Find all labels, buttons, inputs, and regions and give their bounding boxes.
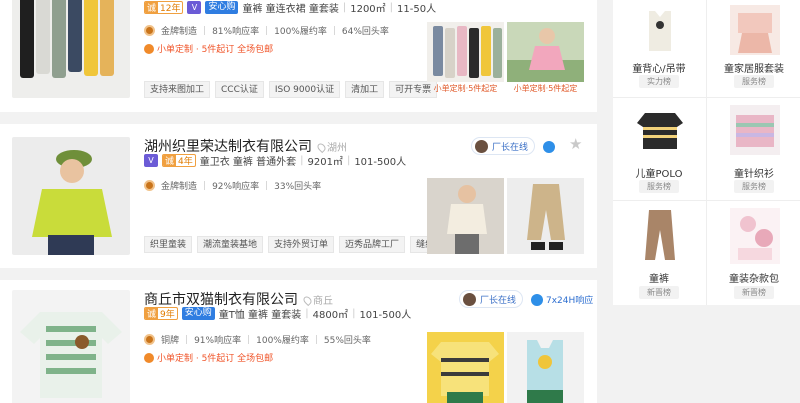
feature-chip[interactable]: 迈秀品牌工厂 (339, 236, 406, 253)
assured-badge: 安心购 (205, 1, 239, 14)
service-response-label: 7x24H响应 (546, 296, 594, 306)
avatar (463, 292, 476, 306)
factory-card[interactable]: 诚 12年 V 安心购 童裤 童连衣裙 童套装 | 1200㎡ | 11-50人 … (0, 0, 597, 112)
product-label: 小单定制·5件起定 (433, 84, 498, 93)
feature-chip[interactable]: 清加工 (345, 81, 385, 98)
assured-badge: 安心购 (181, 307, 215, 320)
main-categories: 童T恤 童裤 童套装 (218, 310, 302, 321)
factory-area: 4800㎡ (312, 310, 349, 321)
product-image[interactable] (507, 178, 584, 254)
category-name: 儿童POLO (635, 169, 683, 180)
category-image (730, 105, 780, 155)
years-badge: 诚 12年 (144, 1, 184, 14)
factory-stats: 金牌制造 | 81%响应率 | 100%履约率 | 64%回头率 (144, 24, 389, 37)
staff-count: 101-500人 (359, 310, 412, 321)
category-image (635, 105, 685, 155)
location-pin-icon (301, 294, 314, 307)
feature-chip[interactable]: ISO 9000认证 (268, 81, 341, 98)
years-badge: 诚 9年 (144, 307, 178, 320)
rank-badge: 新晋榜 (734, 286, 774, 299)
feature-chip[interactable]: CCC认证 (215, 81, 264, 98)
category-name: 童家居服套装 (724, 64, 784, 75)
factory-tags: V 诚 4年 童卫衣 童裤 普通外套 | 9201㎡ | 101-500人 (144, 153, 406, 168)
category-name: 童针织衫 (734, 169, 774, 180)
promo-text: 小单定制 · 5件起订 全场包邮 (144, 351, 273, 364)
years-badge: 诚 4年 (162, 154, 196, 167)
medal-icon (144, 180, 155, 191)
factory-area: 1200㎡ (350, 4, 386, 15)
category-name: 童装杂款包 (729, 274, 779, 285)
rank-badge: 服务榜 (639, 180, 679, 193)
feature-chip[interactable]: 支持来图加工 (144, 81, 211, 98)
promo-icon (144, 352, 154, 363)
category-rank-panel: 童背心/吊带 实力榜 童家居服套装 服务榜 儿童POLO 服务榜 童针织衫 服务… (613, 0, 800, 305)
rank-badge: 服务榜 (734, 75, 774, 88)
factory-area: 9201㎡ (307, 157, 343, 168)
rank-category-item[interactable]: 童家居服套装 服务榜 (708, 0, 800, 101)
feature-chip[interactable]: 潮流童装基地 (197, 236, 264, 253)
rank-badge: 实力榜 (639, 75, 679, 88)
product-image[interactable] (427, 22, 504, 82)
category-name: 童裤 (649, 274, 669, 285)
rank-badge: 新晋榜 (639, 286, 679, 299)
factory-tags: 诚 12年 V 安心购 童裤 童连衣裙 童套装 | 1200㎡ | 11-50人 (144, 0, 436, 15)
location-pin-icon (315, 141, 328, 154)
rank-badge: 服务榜 (734, 180, 774, 193)
category-image (730, 5, 780, 55)
rank-category-item[interactable]: 儿童POLO 服务榜 (613, 101, 705, 202)
factory-card[interactable]: 湖州织里荣达制衣有限公司 湖州 V 诚 4年 童卫衣 童裤 普通外套 | 9201㎡… (0, 124, 597, 268)
factory-stats: 金牌制造 | 92%响应率 | 33%回头率 (144, 179, 321, 192)
feature-chip[interactable]: 织里童装 (144, 236, 193, 253)
factory-photo[interactable] (12, 290, 130, 403)
favorite-star-icon[interactable]: ★ (569, 135, 582, 153)
factory-photo[interactable] (12, 0, 130, 98)
main-categories: 童卫衣 童裤 普通外套 (199, 157, 297, 168)
avatar (475, 139, 488, 153)
feature-chips: 织里童装 潮流童装基地 支持外贸订单 迈秀品牌工厂 缝纫 (144, 236, 441, 253)
vip-icon: V (144, 154, 158, 167)
category-image (635, 208, 685, 264)
product-image[interactable] (427, 332, 504, 403)
chat-bubble-icon[interactable] (531, 294, 543, 306)
category-image (730, 208, 780, 264)
chat-bubble-icon[interactable] (543, 141, 555, 153)
feature-chips: 支持来图加工 CCC认证 ISO 9000认证 清加工 可开专票 (144, 81, 438, 98)
factory-photo[interactable] (12, 137, 130, 255)
medal-icon (144, 25, 155, 36)
category-image (635, 5, 685, 55)
promo-text: 小单定制 · 5件起订 全场包邮 (144, 42, 273, 55)
category-name: 童背心/吊带 (632, 64, 686, 75)
factory-card[interactable]: 商丘市双猫制衣有限公司 商丘 诚 9年 安心购 童T恤 童裤 童套装 | 4800㎡… (0, 280, 597, 403)
factory-stats: 铜牌 | 91%响应率 | 100%履约率 | 55%回头率 (144, 333, 371, 346)
product-image[interactable] (507, 22, 584, 82)
promo-icon (144, 43, 154, 54)
divider (706, 0, 707, 305)
staff-count: 11-50人 (397, 4, 437, 15)
product-label: 小单定制·5件起定 (513, 84, 578, 93)
owner-online-button[interactable]: 厂长在线 (471, 137, 536, 155)
main-categories: 童裤 童连衣裙 童套装 (242, 4, 339, 15)
medal-icon (144, 334, 155, 345)
product-image[interactable] (427, 178, 504, 254)
rank-category-item[interactable]: 童针织衫 服务榜 (708, 101, 800, 202)
vip-icon: V (187, 1, 202, 14)
factory-tags: 诚 9年 安心购 童T恤 童裤 童套装 | 4800㎡ | 101-500人 (144, 306, 411, 321)
staff-count: 101-500人 (354, 157, 407, 168)
owner-online-button[interactable]: 厂长在线 (459, 290, 524, 308)
feature-chip[interactable]: 支持外贸订单 (268, 236, 335, 253)
rank-category-item[interactable]: 童装杂款包 新晋榜 (708, 204, 800, 305)
rank-category-item[interactable]: 童背心/吊带 实力榜 (613, 0, 705, 101)
rank-category-item[interactable]: 童裤 新晋榜 (613, 204, 705, 305)
product-image[interactable] (507, 332, 584, 403)
